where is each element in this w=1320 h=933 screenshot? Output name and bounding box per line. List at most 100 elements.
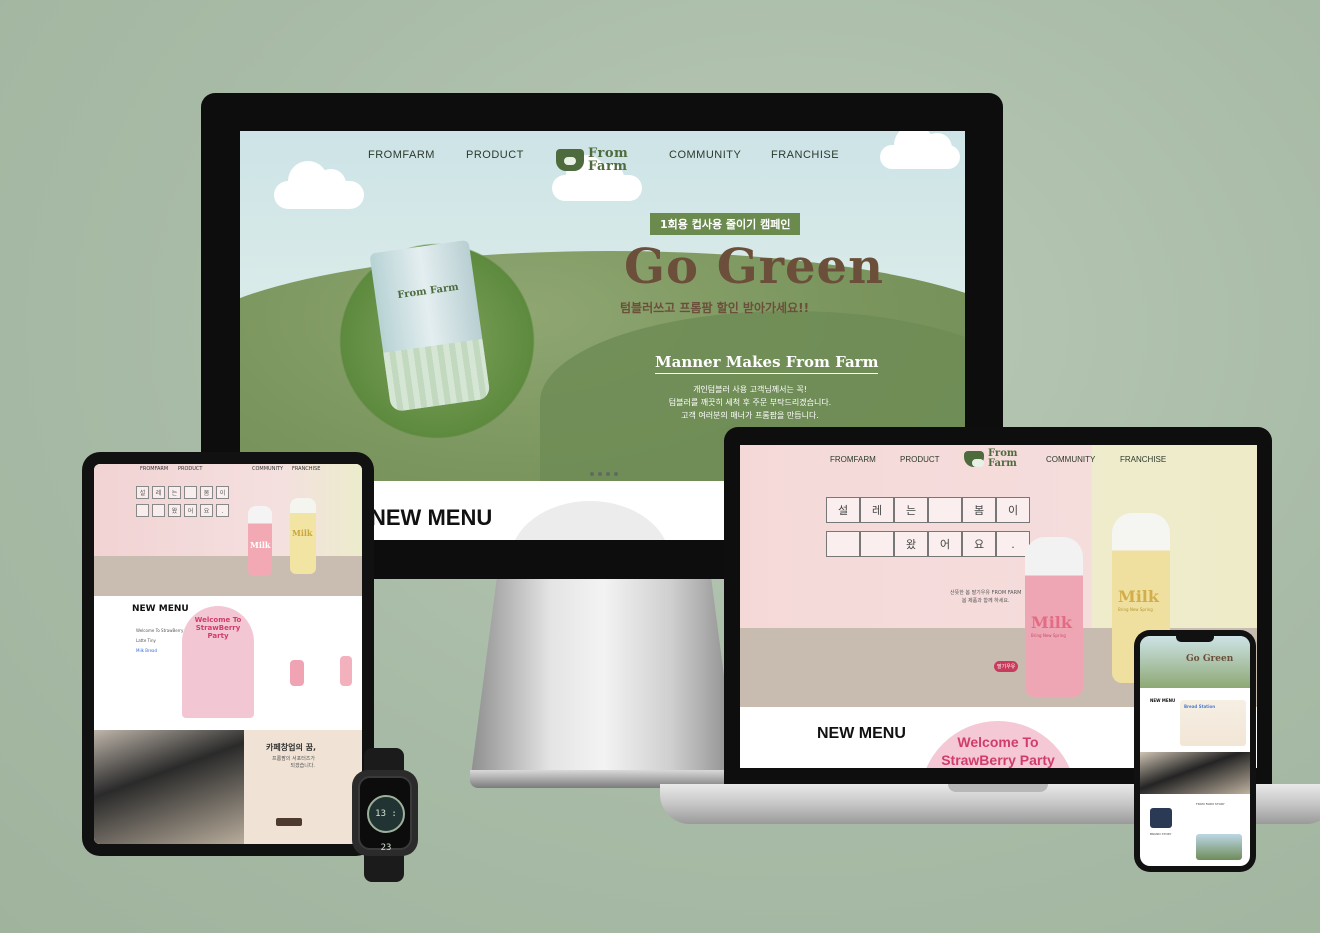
phone-notch xyxy=(1176,636,1214,642)
hero-subtitle: 산뜻한 봄 딸기우유 FROM FARM 봄 제품과 함께 하세요. xyxy=(950,590,1022,604)
desc-line: 고객 여러분의 매너가 프롬팜을 만듭니다. xyxy=(681,411,819,420)
section-title: NEW MENU xyxy=(132,604,189,614)
brand-logo[interactable]: From Farm xyxy=(556,147,628,173)
slider-dots[interactable] xyxy=(590,472,618,476)
cow-icon xyxy=(964,451,984,467)
grid-cell: 봄 xyxy=(200,486,213,499)
cloud xyxy=(274,161,364,209)
menu-list-item[interactable]: Latte Tiny xyxy=(136,636,183,646)
laptop-notch xyxy=(948,784,1048,792)
more-button[interactable] xyxy=(276,818,302,826)
cup-logo: From Farm xyxy=(396,281,460,302)
franchise-subtitle: 프롬팜의 서포터즈가 되겠습니다. xyxy=(272,756,315,769)
slogan: Manner Makes From Farm xyxy=(655,353,879,374)
smartwatch: 13 : 23 xyxy=(352,770,418,856)
drink-thumbnail[interactable] xyxy=(340,656,352,686)
tablet-hero-floor xyxy=(94,556,362,596)
grid-cell: 이 xyxy=(216,486,229,499)
nav-fromfarm[interactable]: FROMFARM xyxy=(368,149,435,161)
nav-product[interactable]: PRODUCT xyxy=(900,455,940,464)
cafe-photo xyxy=(1140,752,1250,794)
hero-title: Go Green xyxy=(1186,654,1234,664)
grid-cell xyxy=(184,486,197,499)
farm-image xyxy=(1196,834,1242,860)
welcome-card[interactable]: Welcome To StrawBerry Party xyxy=(182,606,254,718)
nav-community[interactable]: COMMUNITY xyxy=(669,149,741,161)
brand-story-label[interactable]: BRAND STORY xyxy=(1150,832,1171,836)
cow-icon xyxy=(556,149,584,171)
phone-device: Go Green NEW MENU Bread Station BRAND ST… xyxy=(1134,630,1256,872)
milk-tagline: Bring New Spring xyxy=(1118,607,1153,612)
brand-image xyxy=(1150,808,1172,828)
nav-fromfarm[interactable]: FROMFARM xyxy=(830,455,876,464)
bread-banner[interactable]: Bread Station xyxy=(1180,700,1246,746)
grid-cell: 레 xyxy=(152,486,165,499)
product-badge: 딸기우유 xyxy=(994,661,1019,672)
welcome-title: Welcome To StrawBerry Party xyxy=(941,734,1055,768)
menu-list: Welcome To StrawBerry Latte Tiny Milk Br… xyxy=(136,626,183,656)
milk-label: Milk xyxy=(1031,613,1072,632)
nav-community[interactable]: COMMUNITY xyxy=(1046,455,1095,464)
grid-cell: 왔 xyxy=(894,531,928,557)
logo-line2: Farm xyxy=(588,159,628,174)
milk-label: Milk xyxy=(292,528,313,538)
grid-cell: 요 xyxy=(200,504,213,517)
grid-cell xyxy=(152,504,165,517)
tablet-screen: FROMFARM PRODUCT COMMUNITY FRANCHISE 설레는… xyxy=(94,464,362,844)
grid-cell xyxy=(860,531,894,557)
grid-cell: 는 xyxy=(168,486,181,499)
desktop-nav: FROMFARM PRODUCT From Farm COMMUNITY FRA… xyxy=(240,143,965,177)
nav-product[interactable]: PRODUCT xyxy=(466,149,524,161)
grid-cell: . xyxy=(216,504,229,517)
grid-cell: 이 xyxy=(996,497,1030,523)
phone-screen: Go Green NEW MENU Bread Station BRAND ST… xyxy=(1140,636,1250,866)
grid-cell: 어 xyxy=(184,504,197,517)
milk-label: Milk xyxy=(250,540,271,550)
hero-description: 개인텀블러 사용 고객님께서는 꼭! 텀블러를 깨끗히 세척 후 주문 부탁드리… xyxy=(640,383,860,422)
grid-cell: 설 xyxy=(136,486,149,499)
grid-cell: 는 xyxy=(894,497,928,523)
campaign-badge: 1회용 컵사용 줄이기 캠페인 xyxy=(650,213,801,235)
grid-cell: 레 xyxy=(860,497,894,523)
grid-cell: 어 xyxy=(928,531,962,557)
desc-line: 개인텀블러 사용 고객님께서는 꼭! xyxy=(693,385,807,394)
watch-screen: 13 : 23 xyxy=(358,776,412,853)
monitor-stand xyxy=(470,578,738,783)
nav-franchise[interactable]: FRANCHISE xyxy=(292,466,320,472)
grid-cell: 봄 xyxy=(962,497,996,523)
grid-cell: 요 xyxy=(962,531,996,557)
bread-title: Bread Station xyxy=(1184,704,1216,709)
grid-cell: 왔 xyxy=(168,504,181,517)
milk-label: Milk xyxy=(1118,587,1159,606)
nav-community[interactable]: COMMUNITY xyxy=(252,466,283,472)
grid-cell: 설 xyxy=(826,497,860,523)
hero-subtitle: 텀블러쓰고 프롬팜 할인 받아가세요!! xyxy=(620,301,810,315)
cafe-photo xyxy=(94,730,244,844)
nav-product[interactable]: PRODUCT xyxy=(178,466,202,472)
cloud xyxy=(552,155,642,201)
strawberry-milk-bottle: Milk xyxy=(248,506,272,576)
strawberry-milk-bottle: Milk Bring New Spring xyxy=(1025,537,1083,697)
grid-cell xyxy=(136,504,149,517)
welcome-title: Welcome To StrawBerry Party xyxy=(194,616,242,640)
menu-list-item[interactable]: Welcome To StrawBerry xyxy=(136,626,183,636)
nav-franchise[interactable]: FRANCHISE xyxy=(771,149,839,161)
watch-time: 13 : 23 xyxy=(367,795,405,853)
farm-story-label[interactable]: FROM FARM STORY xyxy=(1196,802,1225,806)
milk-tagline: Bring New Spring xyxy=(1031,633,1066,638)
nav-fromfarm[interactable]: FROMFARM xyxy=(140,466,168,472)
desc-line: 텀블러를 깨끗히 세척 후 주문 부탁드리겠습니다. xyxy=(668,398,832,407)
section-title: NEW MENU xyxy=(817,725,906,742)
drink-thumbnail[interactable] xyxy=(290,660,304,686)
franchise-title: 카페창업의 꿈, xyxy=(266,743,316,752)
nav-franchise[interactable]: FRANCHISE xyxy=(1120,455,1166,464)
menu-list-item[interactable]: Milk Bread xyxy=(136,646,183,656)
section-title: NEW MENU xyxy=(370,505,493,530)
brand-logo[interactable]: From Farm xyxy=(964,449,1017,469)
banana-milk-bottle: Milk xyxy=(290,498,316,574)
section-title: NEW MENU xyxy=(1150,698,1176,703)
hero-title: Go Green xyxy=(624,239,884,295)
grid-cell xyxy=(928,497,962,523)
tablet-device: FROMFARM PRODUCT COMMUNITY FRANCHISE 설레는… xyxy=(82,452,374,856)
grid-cell xyxy=(826,531,860,557)
